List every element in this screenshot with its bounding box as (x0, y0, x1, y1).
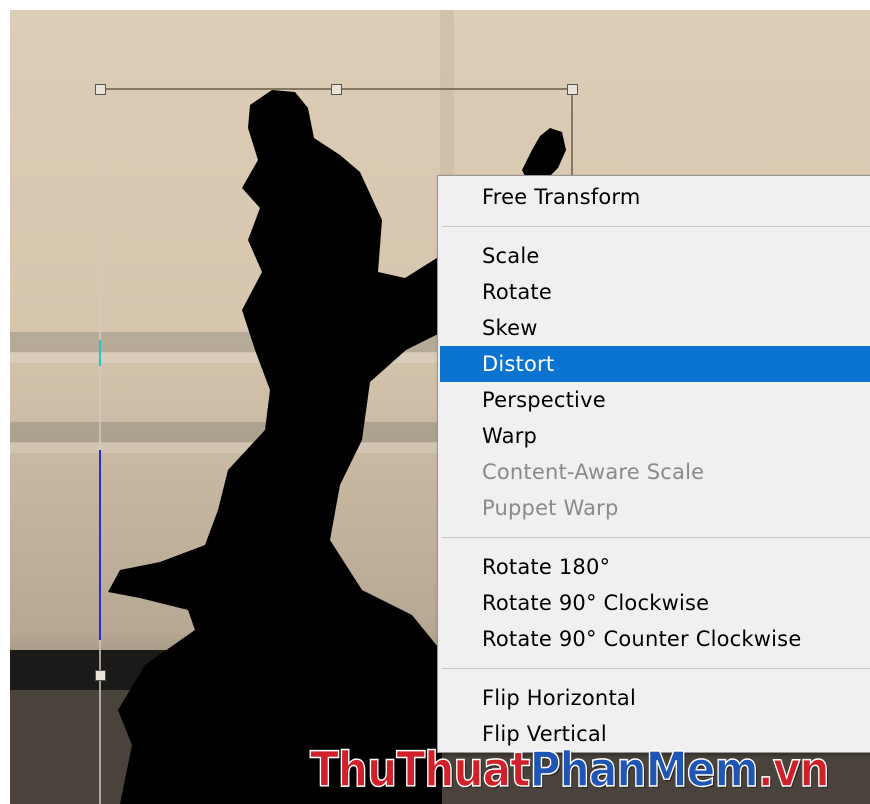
menu-item-perspective[interactable]: Perspective (440, 382, 870, 418)
watermark-part-red: ThuThuat (309, 741, 531, 799)
menu-item-content-aware-scale: Content-Aware Scale (482, 460, 705, 484)
menu-item-rotate[interactable]: Rotate (440, 274, 870, 310)
menu-item-warp[interactable]: Warp (440, 418, 870, 454)
watermark-part-domain: .vn (757, 741, 830, 799)
menu-item-skew[interactable]: Skew (440, 310, 870, 346)
menu-item-rotate-180[interactable]: Rotate 180° (440, 549, 870, 585)
menu-separator (442, 226, 870, 227)
menu-item-free-transform[interactable]: Free Transform (440, 179, 870, 215)
transform-handle-top-left[interactable] (95, 84, 106, 95)
menu-item-puppet-warp: Puppet Warp (482, 496, 619, 520)
menu-separator (442, 537, 870, 538)
menu-separator (442, 668, 870, 669)
menu-item-distort[interactable]: Distort (440, 346, 870, 382)
transform-handle-top-center[interactable] (331, 84, 342, 95)
watermark-logo: ThuThuatPhanMem.vn (309, 741, 830, 799)
menu-item-flip-horizontal[interactable]: Flip Horizontal (440, 680, 870, 716)
menu-item-rotate-90-counter-clockwise[interactable]: Rotate 90° Counter Clockwise (440, 621, 870, 657)
watermark-part-blue: PhanMem (529, 741, 759, 799)
transform-handle-top-right[interactable] (567, 84, 578, 95)
transform-context-menu: Free Transform Scale Rotate Skew Distort Pers… (437, 175, 870, 753)
menu-item-rotate-90-clockwise[interactable]: Rotate 90° Clockwise (440, 585, 870, 621)
menu-item-scale[interactable]: Scale (440, 238, 870, 274)
transform-handle-middle-left[interactable] (95, 670, 106, 681)
